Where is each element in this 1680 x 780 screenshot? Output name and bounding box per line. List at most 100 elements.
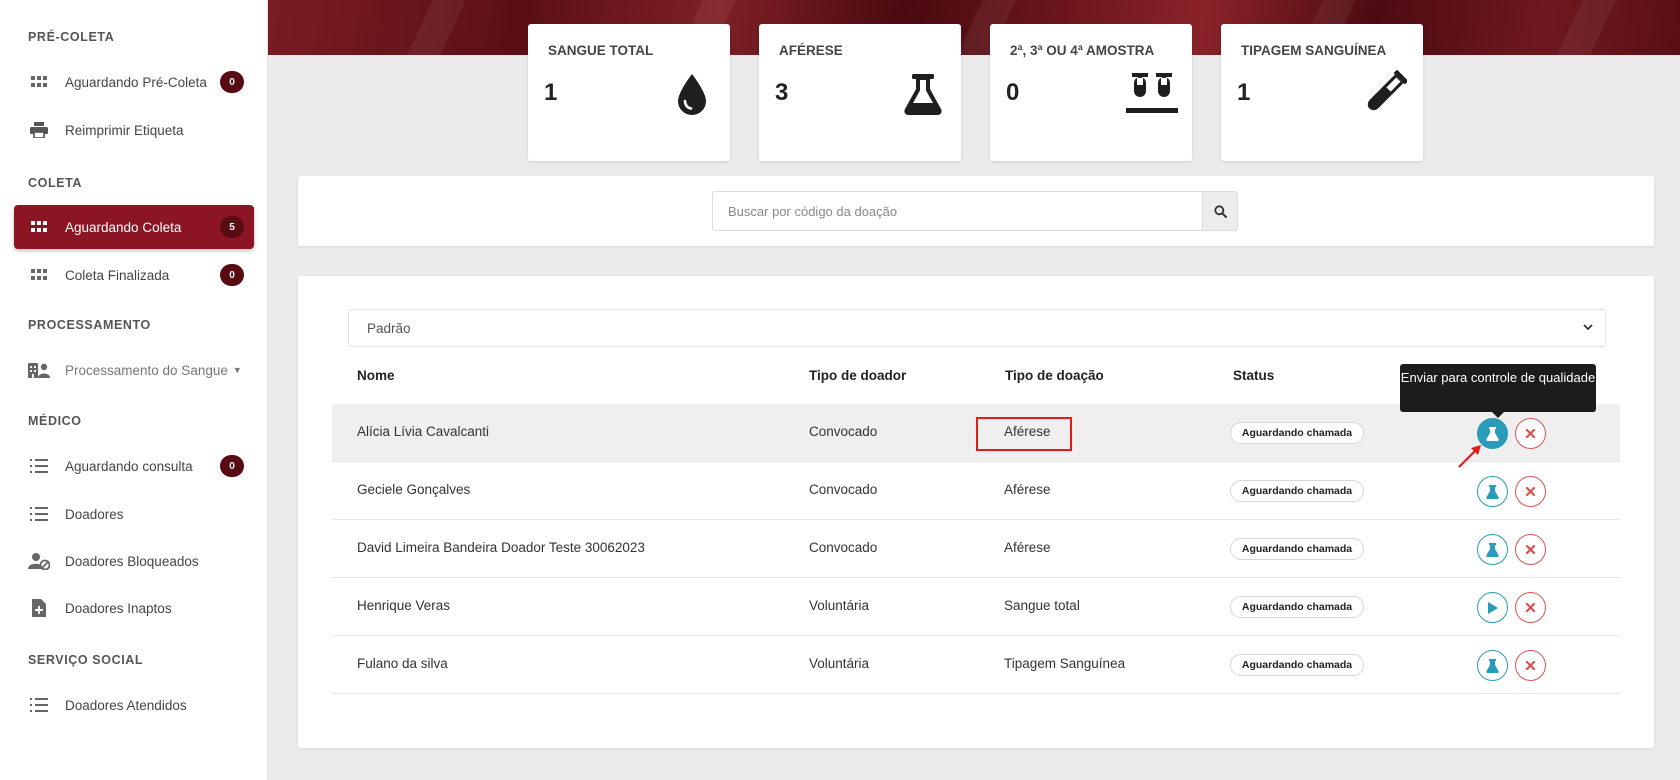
cell-nome: Fulano da silva xyxy=(357,656,448,671)
stat-card-aferese: AFÉRESE 3 xyxy=(759,24,961,161)
status-badge: Aguardando chamada xyxy=(1230,538,1364,560)
cell-nome: Alícia Lívia Cavalcanti xyxy=(357,424,490,439)
count-badge: 0 xyxy=(220,264,244,286)
sidebar-item-doadores-bloqueados[interactable]: Doadores Bloqueados xyxy=(14,539,254,583)
cancel-button[interactable] xyxy=(1515,418,1546,449)
cancel-button[interactable] xyxy=(1515,650,1546,681)
table-row: Henrique Veras Voluntária Sangue total A… xyxy=(332,578,1620,636)
close-icon xyxy=(1526,661,1535,670)
flask-icon xyxy=(1486,542,1499,557)
flask-icon xyxy=(1486,484,1499,499)
hospital-users-icon xyxy=(27,360,51,380)
cell-tipo-doador: Convocado xyxy=(809,424,878,439)
sidebar-item-label: Coleta Finalizada xyxy=(65,267,170,283)
tooltip: Enviar para controle de qualidade xyxy=(1400,364,1596,418)
cell-nome: Henrique Veras xyxy=(357,598,451,613)
flask-icon xyxy=(1486,426,1499,441)
column-header-nome: Nome xyxy=(357,368,395,383)
sidebar-item-label: Aguardando Coleta xyxy=(65,219,182,235)
table-row: Alícia Lívia Cavalcanti Convocado Aféres… xyxy=(332,404,1620,462)
table-row: Fulano da silva Voluntária Tipagem Sangu… xyxy=(332,636,1620,694)
sidebar-item-label: Doadores Atendidos xyxy=(65,697,187,713)
grid-icon xyxy=(27,217,51,237)
count-badge: 0 xyxy=(220,71,244,93)
blood-drop-icon xyxy=(670,70,714,116)
search-input[interactable] xyxy=(712,191,1202,231)
sidebar-item-coleta-finalizada[interactable]: Coleta Finalizada 0 xyxy=(14,253,254,297)
search-button[interactable] xyxy=(1202,191,1238,231)
grid-icon xyxy=(27,265,51,285)
grid-icon xyxy=(27,72,51,92)
filter-select-value: Padrão xyxy=(367,320,411,336)
stat-title: 2ª, 3ª OU 4ª AMOSTRA xyxy=(1010,43,1155,58)
stat-title: SANGUE TOTAL xyxy=(548,43,654,58)
cell-tipo-doador: Voluntária xyxy=(809,598,870,613)
count-badge: 0 xyxy=(220,455,244,477)
sidebar-item-doadores-inaptos[interactable]: Doadores Inaptos xyxy=(14,586,254,630)
section-title-coleta: COLETA xyxy=(28,176,83,190)
sidebar-item-processamento-sangue[interactable]: Processamento do Sangue ▼ xyxy=(14,348,254,392)
close-icon xyxy=(1526,603,1535,612)
filter-select[interactable]: Padrão xyxy=(348,309,1606,347)
flask-icon xyxy=(1486,658,1499,673)
user-block-icon xyxy=(27,551,51,571)
sidebar-item-doadores[interactable]: Doadores xyxy=(14,492,254,536)
table-row: David Limeira Bandeira Doador Teste 3006… xyxy=(332,520,1620,578)
status-badge: Aguardando chamada xyxy=(1230,422,1364,444)
close-icon xyxy=(1526,429,1535,438)
flask-icon xyxy=(901,70,945,116)
status-badge: Aguardando chamada xyxy=(1230,480,1364,502)
sidebar-item-reimprimir-etiqueta[interactable]: Reimprimir Etiqueta xyxy=(14,108,254,152)
stat-card-amostra: 2ª, 3ª OU 4ª AMOSTRA 0 xyxy=(990,24,1192,161)
donations-table-panel: Padrão Nome Tipo de doador Tipo de doaçã… xyxy=(298,276,1654,748)
section-title-pre-coleta: PRÉ-COLETA xyxy=(28,30,115,44)
annotation-arrow-icon xyxy=(1458,445,1481,468)
status-badge: Aguardando chamada xyxy=(1230,596,1364,618)
send-quality-control-button[interactable] xyxy=(1477,534,1508,565)
sidebar-item-aguardando-consulta[interactable]: Aguardando consulta 0 xyxy=(14,444,254,488)
search-panel xyxy=(298,176,1654,246)
cell-tipo-doador: Voluntária xyxy=(809,656,870,671)
chevron-down-icon xyxy=(1583,322,1593,334)
column-header-tipo-doacao: Tipo de doação xyxy=(1005,368,1104,383)
stat-value: 1 xyxy=(1237,79,1251,106)
stat-card-tipagem: TIPAGEM SANGUÍNEA 1 xyxy=(1221,24,1423,161)
stat-card-sangue-total: SANGUE TOTAL 1 xyxy=(528,24,730,161)
column-header-tipo-doador: Tipo de doador xyxy=(809,368,907,383)
sidebar-item-aguardando-coleta[interactable]: Aguardando Coleta 5 xyxy=(14,205,254,249)
start-collection-button[interactable] xyxy=(1477,592,1508,623)
sidebar-item-aguardando-pre-coleta[interactable]: Aguardando Pré-Coleta 0 xyxy=(14,60,254,104)
test-tubes-icon xyxy=(1126,70,1178,116)
printer-icon xyxy=(27,120,51,140)
stat-title: AFÉRESE xyxy=(779,43,843,58)
send-quality-control-button[interactable] xyxy=(1477,476,1508,507)
sidebar-item-label: Processamento do Sangue xyxy=(65,362,228,378)
status-badge: Aguardando chamada xyxy=(1230,654,1364,676)
test-tube-icon xyxy=(1363,70,1408,116)
search-icon xyxy=(1213,204,1227,218)
cancel-button[interactable] xyxy=(1515,592,1546,623)
caret-down-icon: ▼ xyxy=(232,365,242,375)
highlight-box xyxy=(976,417,1072,451)
sidebar-item-label: Doadores Bloqueados xyxy=(65,553,199,569)
table-row: Geciele Gonçalves Convocado Aférese Agua… xyxy=(332,462,1620,520)
stat-title: TIPAGEM SANGUÍNEA xyxy=(1241,43,1387,58)
sidebar: PRÉ-COLETA Aguardando Pré-Coleta 0 Reimp… xyxy=(0,0,268,780)
cell-tipo-doacao: Aférese xyxy=(1004,540,1051,555)
cell-tipo-doacao: Tipagem Sanguínea xyxy=(1004,656,1126,671)
section-title-processamento: PROCESSAMENTO xyxy=(28,318,151,332)
sidebar-item-doadores-atendidos[interactable]: Doadores Atendidos xyxy=(14,683,254,727)
section-title-servico-social: SERVIÇO SOCIAL xyxy=(28,653,144,667)
header-banner xyxy=(268,0,1680,55)
play-icon xyxy=(1488,601,1498,614)
sidebar-item-label: Doadores xyxy=(65,506,124,522)
cell-nome: David Limeira Bandeira Doador Teste 3006… xyxy=(357,540,645,555)
cancel-button[interactable] xyxy=(1515,534,1546,565)
close-icon xyxy=(1526,487,1535,496)
send-quality-control-button[interactable] xyxy=(1477,650,1508,681)
cancel-button[interactable] xyxy=(1515,476,1546,507)
list-icon xyxy=(27,456,51,476)
close-icon xyxy=(1526,545,1535,554)
cell-tipo-doacao: Sangue total xyxy=(1004,598,1080,613)
count-badge: 5 xyxy=(220,216,244,238)
